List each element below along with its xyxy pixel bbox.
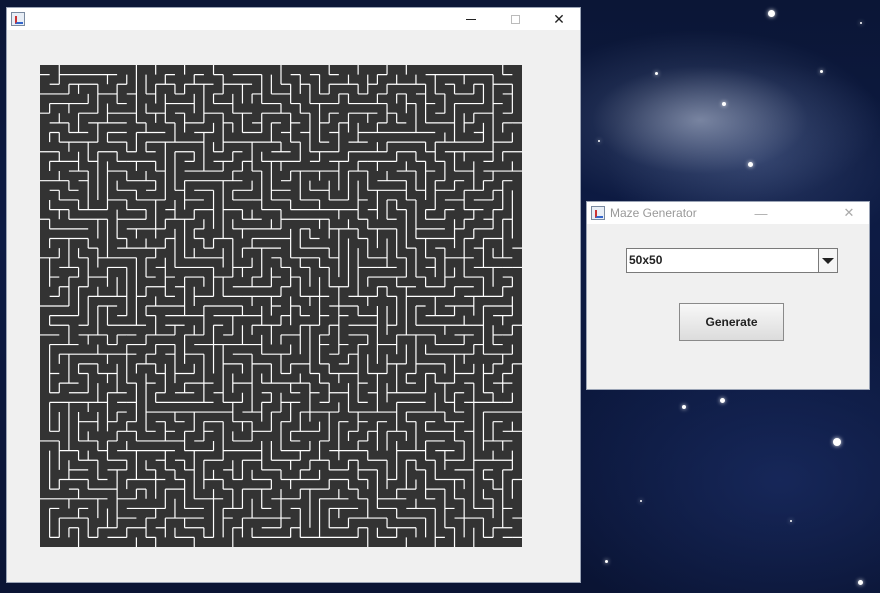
star (605, 560, 608, 563)
close-button[interactable]: ✕ (537, 8, 581, 30)
generator-minimize-button[interactable]: — (744, 202, 778, 224)
star (720, 398, 725, 403)
maze-window: ✕ (6, 7, 581, 583)
maze-window-titlebar[interactable]: ✕ (7, 8, 580, 30)
generator-window-title: Maze Generator (610, 206, 697, 220)
star (833, 438, 841, 446)
star (790, 520, 792, 522)
star (598, 140, 600, 142)
minimize-icon (466, 18, 476, 20)
star (768, 10, 775, 17)
java-app-icon (11, 12, 25, 26)
minimize-icon: — (754, 205, 768, 221)
generate-button[interactable]: Generate (679, 303, 784, 341)
minimize-button[interactable] (449, 8, 493, 30)
star (682, 405, 686, 409)
maze-size-select[interactable]: 50x50 (626, 248, 838, 273)
close-icon: ✕ (843, 205, 855, 220)
star (858, 580, 863, 585)
maze-generator-window: Maze Generator — ✕ 50x50 Generate (586, 201, 870, 390)
star (860, 22, 862, 24)
close-icon: ✕ (553, 10, 565, 27)
star (820, 70, 823, 73)
star (655, 72, 658, 75)
size-select-dropdown-button[interactable] (818, 249, 837, 272)
chevron-down-icon (822, 257, 834, 264)
maze-walls (40, 65, 522, 547)
star (640, 500, 642, 502)
maximize-icon (510, 14, 520, 24)
maze-size-value: 50x50 (629, 253, 663, 267)
java-app-icon (591, 206, 605, 220)
maze-canvas (40, 65, 522, 547)
maze-grid (40, 65, 522, 547)
generator-window-titlebar[interactable]: Maze Generator — ✕ (587, 202, 869, 224)
generator-close-button[interactable]: ✕ (832, 202, 866, 224)
maximize-button[interactable] (493, 8, 537, 30)
star (722, 102, 726, 106)
star (748, 162, 753, 167)
